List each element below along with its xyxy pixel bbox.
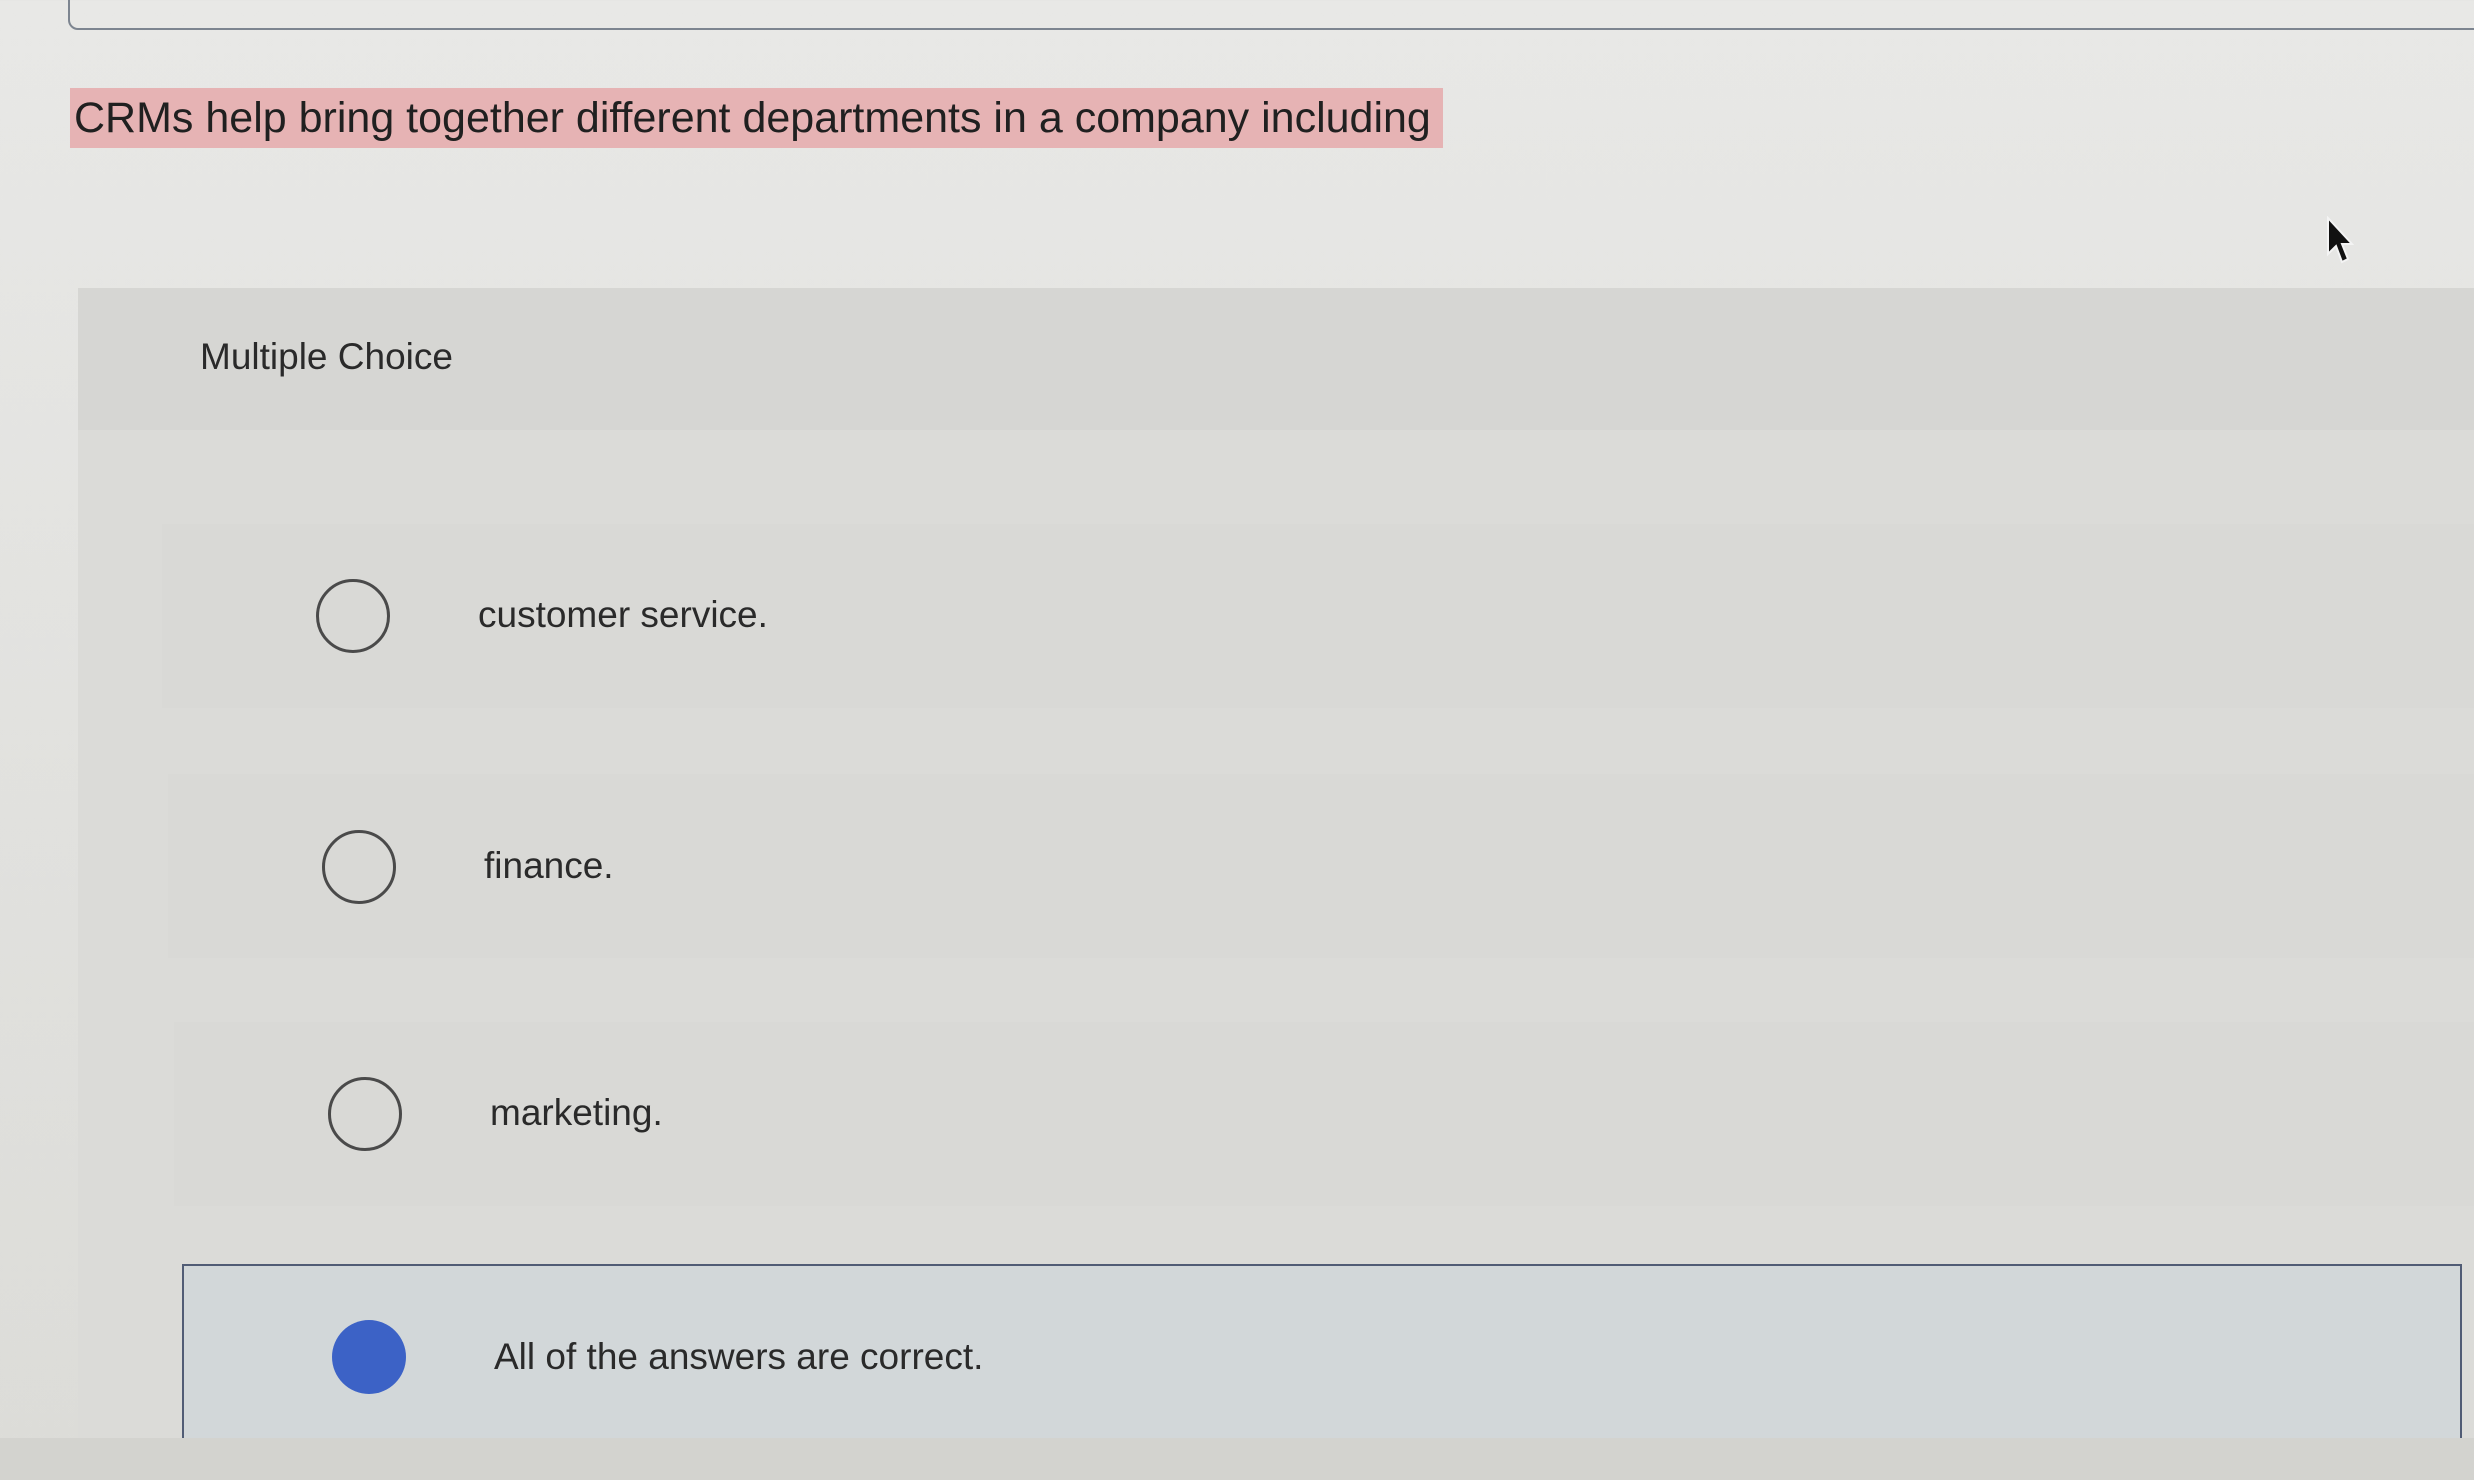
answer-option-label: All of the answers are correct. <box>494 1336 984 1377</box>
question-prompt: CRMs help bring together different depar… <box>70 88 1443 148</box>
radio-button-icon[interactable] <box>328 1077 402 1151</box>
answer-option-label: finance. <box>484 845 614 886</box>
answer-panel: Multiple Choice customer service. financ… <box>78 288 2474 1454</box>
answer-option-selected[interactable]: All of the answers are correct. <box>182 1264 2462 1454</box>
radio-button-icon[interactable] <box>316 579 390 653</box>
answer-option[interactable]: marketing. <box>174 1022 2474 1206</box>
answer-option-label: customer service. <box>478 594 768 635</box>
answer-option[interactable]: customer service. <box>162 524 2474 708</box>
top-frame <box>68 0 2474 30</box>
question-type-header: Multiple Choice <box>78 288 2474 430</box>
question-type-label: Multiple Choice <box>200 336 453 377</box>
answer-option-label: marketing. <box>490 1092 663 1133</box>
radio-button-icon[interactable] <box>322 830 396 904</box>
bottom-strip <box>0 1438 2474 1480</box>
answer-option[interactable]: finance. <box>168 774 2474 958</box>
radio-button-selected-icon[interactable] <box>332 1320 406 1394</box>
mouse-pointer-icon <box>2327 216 2354 264</box>
